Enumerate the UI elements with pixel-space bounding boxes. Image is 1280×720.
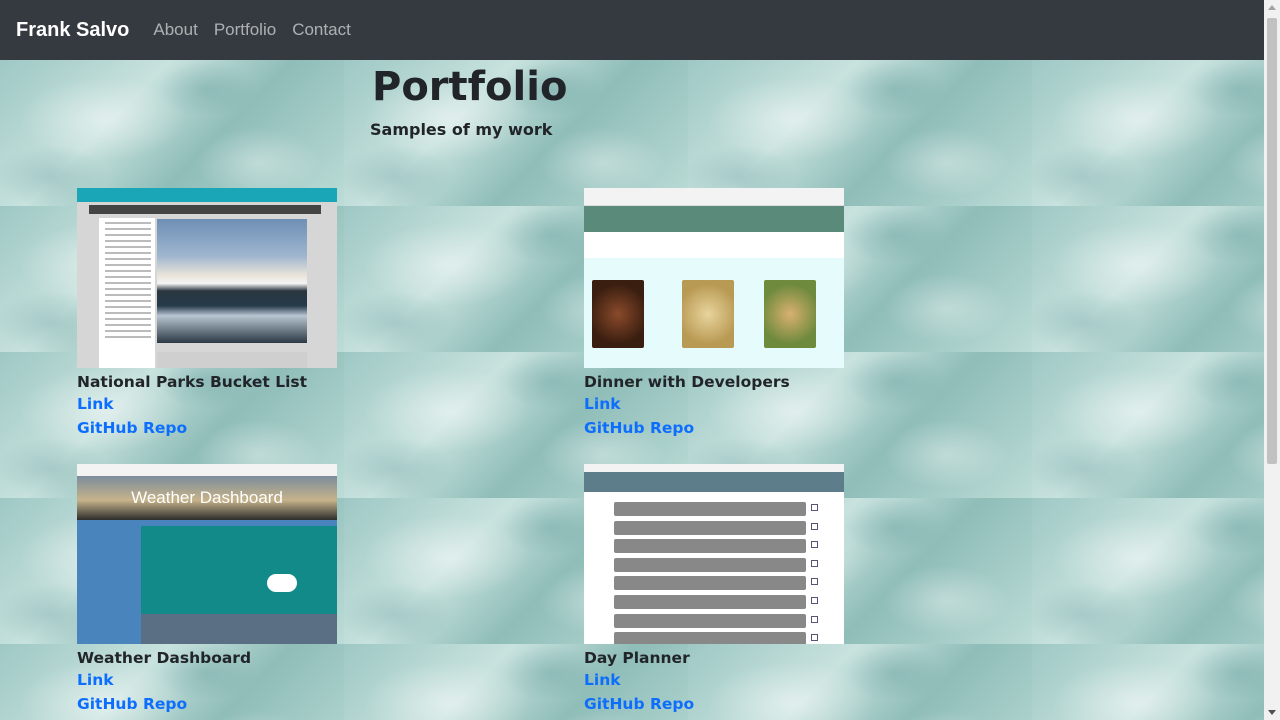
dinner-screenshot[interactable] [584, 188, 844, 368]
project-link[interactable]: Link [77, 392, 339, 416]
page-title: Portfolio [372, 64, 568, 110]
project-card-weather: Weather Dashboard Weather Dashboard Link… [77, 464, 339, 716]
project-link[interactable]: Link [584, 668, 846, 692]
food-photo [682, 280, 734, 348]
nav-link-portfolio[interactable]: Portfolio [214, 20, 276, 40]
project-card-dinner: Dinner with Developers Link GitHub Repo [584, 188, 846, 440]
scrollbar-thumb[interactable] [1267, 18, 1277, 464]
thumbnail-weather-panel [141, 526, 337, 614]
food-photo [764, 280, 816, 348]
project-repo-link[interactable]: GitHub Repo [77, 692, 339, 716]
project-card-day-planner: Day Planner Link GitHub Repo [584, 464, 846, 716]
project-card-national-parks: National Parks Bucket List Link GitHub R… [77, 188, 339, 440]
thumbnail-body [584, 258, 844, 368]
vertical-scrollbar[interactable] [1264, 0, 1280, 720]
project-repo-link[interactable]: GitHub Repo [584, 692, 846, 716]
thumbnail-body [77, 202, 337, 368]
thumbnail-navbar [77, 188, 337, 202]
thumbnail-browser-bar [584, 188, 844, 206]
thumbnail-caption [157, 352, 307, 368]
project-repo-link[interactable]: GitHub Repo [77, 416, 339, 440]
page-subtitle: Samples of my work [370, 120, 553, 139]
thumbnail-checks [811, 504, 818, 644]
thumbnail-browser-bar [584, 464, 844, 472]
scroll-up-arrow-icon[interactable] [1268, 5, 1276, 10]
top-navbar: Frank Salvo About Portfolio Contact [0, 0, 1264, 60]
thumbnail-body [77, 520, 337, 644]
project-link[interactable]: Link [584, 392, 846, 416]
thumbnail-banner [89, 205, 321, 214]
project-title: National Parks Bucket List [77, 373, 308, 391]
project-title: Day Planner [584, 649, 690, 667]
nav-link-about[interactable]: About [153, 20, 197, 40]
mountain-lake-photo [157, 219, 307, 343]
project-title: Weather Dashboard [77, 649, 252, 667]
day-planner-screenshot[interactable] [584, 464, 844, 644]
food-photo [592, 280, 644, 348]
thumbnail-nav [584, 232, 844, 246]
national-parks-screenshot[interactable] [77, 188, 337, 368]
thumbnail-header [584, 472, 844, 492]
thumbnail-forecast [141, 614, 337, 644]
project-title: Dinner with Developers [584, 373, 790, 391]
project-repo-link[interactable]: GitHub Repo [584, 416, 846, 440]
cloud-icon [267, 574, 297, 592]
weather-screenshot[interactable]: Weather Dashboard [77, 464, 337, 644]
thumbnail-sidebar [99, 218, 155, 368]
thumbnail-browser-bar [77, 464, 337, 476]
nav-link-contact[interactable]: Contact [292, 20, 351, 40]
thumbnail-header [584, 206, 844, 232]
scroll-down-arrow-icon[interactable] [1268, 710, 1276, 715]
thumbnail-hero: Weather Dashboard [77, 476, 337, 520]
project-link[interactable]: Link [77, 668, 339, 692]
thumbnail-rows [614, 502, 806, 644]
brand-link[interactable]: Frank Salvo [16, 19, 129, 42]
